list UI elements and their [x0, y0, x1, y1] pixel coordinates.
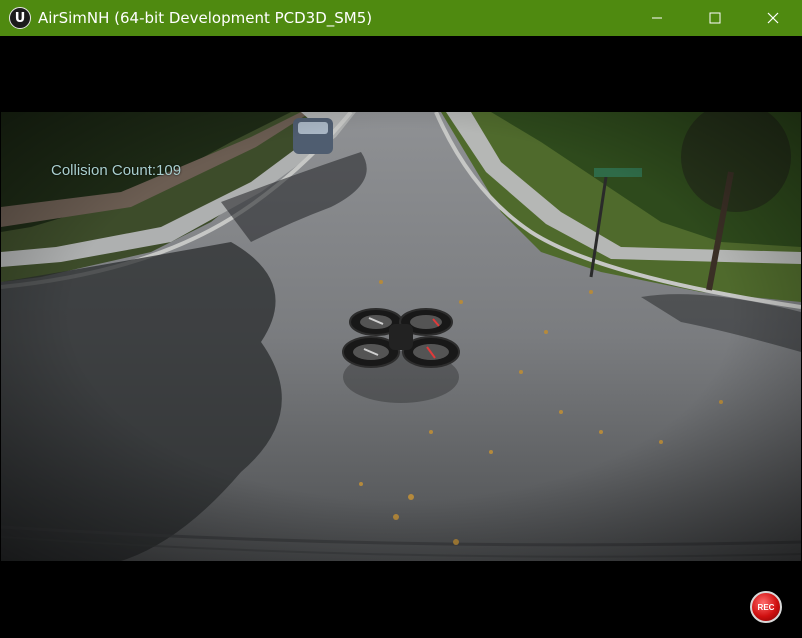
close-icon [767, 12, 779, 24]
title-bar[interactable]: U AirSimNH (64-bit Development PCD3D_SM5… [0, 0, 802, 36]
close-button[interactable] [744, 0, 802, 36]
maximize-icon [709, 12, 721, 24]
record-label: REC [757, 602, 775, 612]
scene-render [1, 112, 801, 561]
window-controls [628, 0, 802, 36]
minimize-icon [652, 17, 662, 19]
simulation-viewport[interactable]: Collision Count:109 REC [1, 36, 801, 637]
record-button[interactable]: REC [750, 591, 782, 623]
minimize-button[interactable] [628, 0, 686, 36]
unreal-engine-icon[interactable]: U [9, 7, 31, 29]
app-window: U AirSimNH (64-bit Development PCD3D_SM5… [0, 0, 802, 638]
window-title: AirSimNH (64-bit Development PCD3D_SM5) [38, 9, 373, 27]
maximize-button[interactable] [686, 0, 744, 36]
collision-count-label: Collision Count:109 [51, 162, 182, 179]
